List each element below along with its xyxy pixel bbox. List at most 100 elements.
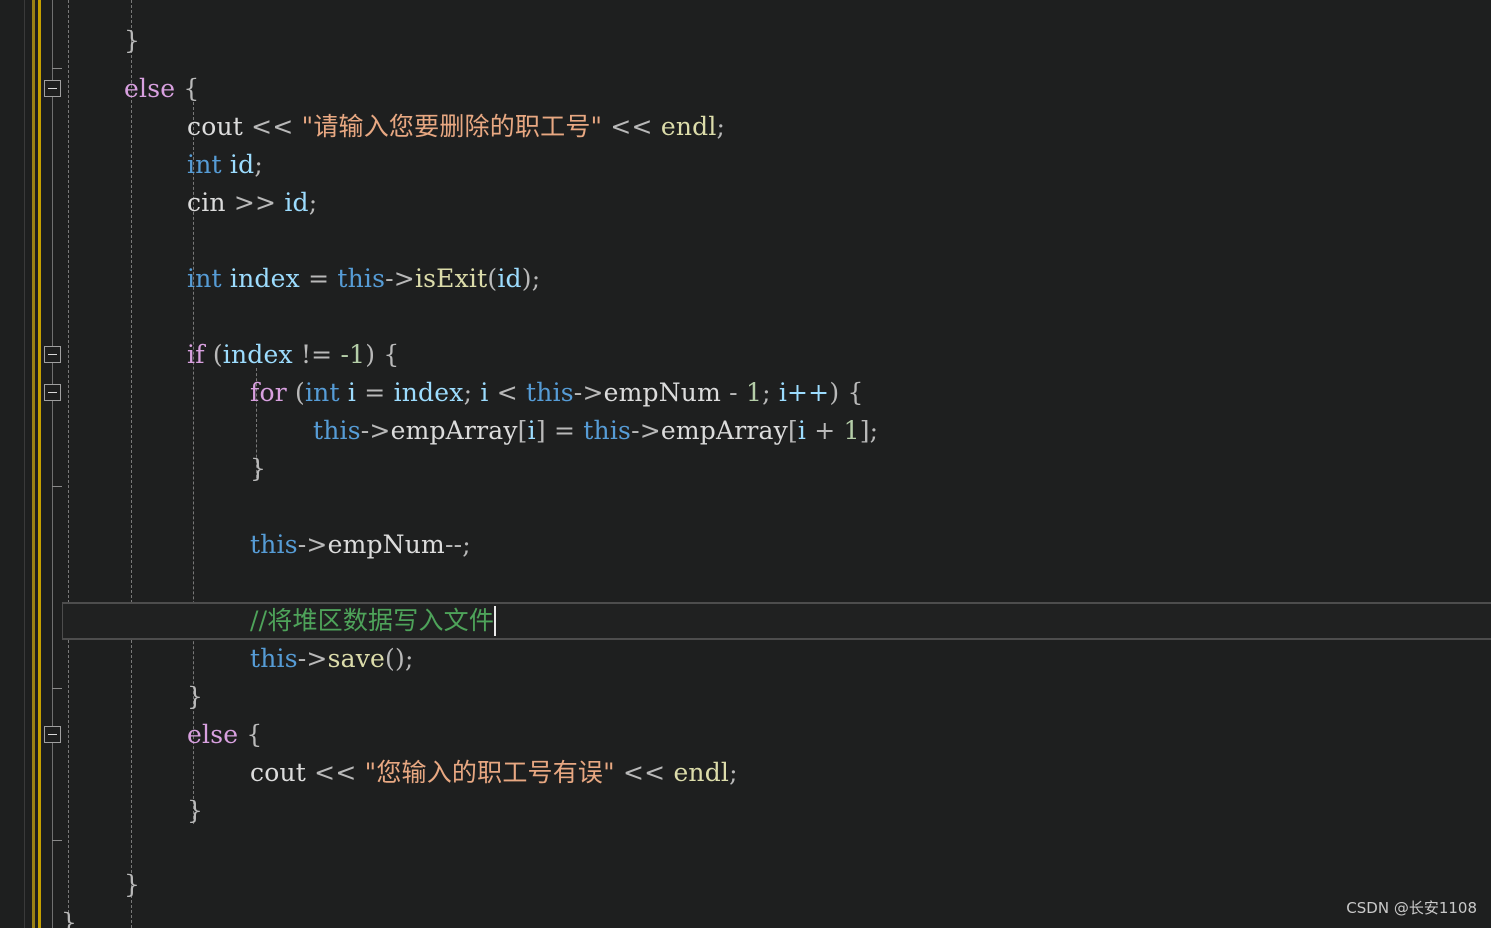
line-empnum-dec-token-3: -- [444, 530, 463, 559]
line-empnum-dec-token-0: this [250, 530, 298, 559]
line-int-id-token-0: int [187, 150, 222, 179]
line-else-outer-token-2: { [183, 74, 200, 103]
line-else-inner[interactable]: else { [0, 716, 262, 754]
line-cout-error-token-3 [356, 758, 364, 787]
line-for-loop-token-3: int [304, 378, 340, 407]
line-close-function[interactable]: } [0, 904, 77, 928]
line-close-else-outer-token-0: } [124, 870, 141, 899]
line-int-id-token-2: id [229, 150, 255, 179]
line-else-inner-token-2: { [246, 720, 263, 749]
line-shift-array-token-17: 1 [843, 416, 860, 445]
line-else-inner-token-0: else [187, 720, 239, 749]
line-close-if[interactable]: } [0, 678, 203, 716]
line-for-loop[interactable]: for (int i = index; i < this->empNum - 1… [0, 374, 864, 412]
line-shift-array-token-10: -> [631, 416, 661, 445]
line-for-loop-token-1 [287, 378, 295, 407]
line-shift-array-token-15: + [814, 416, 836, 445]
line-for-loop-token-2: ( [295, 378, 305, 407]
line-if-index-token-3: index [222, 340, 293, 369]
line-if-index[interactable]: if (index != -1) { [0, 336, 400, 374]
line-cout-prompt-token-1 [243, 112, 251, 141]
line-shift-array-token-16 [835, 416, 843, 445]
code-editor-screen: } else {cout << "请输入您要删除的职工号" << endl; int… [0, 0, 1491, 928]
line-for-loop-token-10: ; [463, 378, 473, 407]
line-shift-array-token-11: empArray [660, 416, 788, 445]
line-if-index-token-10: { [383, 340, 400, 369]
line-call-save-token-2: save [327, 644, 386, 673]
line-close-for-token-0: } [250, 454, 267, 483]
line-cin-id-token-2: >> [233, 188, 277, 217]
line-close-for[interactable]: } [0, 450, 266, 488]
line-comment-save-token-0: //将堆区数据写入文件 [250, 606, 495, 635]
line-cout-error-token-5 [615, 758, 623, 787]
line-shift-array-token-4: i [527, 416, 536, 445]
line-else-outer[interactable]: else { [0, 70, 199, 108]
line-blank-5[interactable] [0, 830, 187, 868]
line-cout-error-token-2: << [314, 758, 357, 787]
line-int-index-token-2: index [229, 264, 300, 293]
line-cout-prompt-token-9: ; [716, 112, 726, 141]
line-int-id-token-1 [222, 150, 230, 179]
line-call-save-token-5: ; [404, 644, 414, 673]
line-int-index-token-8: isExit [414, 264, 488, 293]
line-for-loop-token-0: for [250, 378, 287, 407]
line-int-index-token-7: -> [385, 264, 415, 293]
line-call-save-token-4: ) [395, 644, 405, 673]
line-shift-array-token-12: [ [787, 416, 798, 445]
code-text-area[interactable]: } else {cout << "请输入您要删除的职工号" << endl; int… [0, 0, 1491, 928]
line-cout-error-token-1 [306, 758, 314, 787]
line-cout-error[interactable]: cout << "您输入的职工号有误" << endl; [0, 754, 738, 792]
line-shift-array-token-6 [546, 416, 554, 445]
line-for-loop-token-23: ; [762, 378, 771, 407]
line-close-brace-1[interactable]: } [0, 22, 140, 60]
line-for-loop-token-5: i [347, 378, 357, 407]
line-shift-array-token-0: this [313, 416, 361, 445]
line-empnum-dec[interactable]: this->empNum--; [0, 526, 471, 564]
line-if-index-token-7: -1 [340, 340, 366, 369]
line-for-loop-token-19 [721, 378, 729, 407]
line-cout-prompt-token-2: << [251, 112, 294, 141]
line-if-index-token-6 [332, 340, 340, 369]
line-cout-error-token-9: ; [729, 758, 738, 787]
line-int-index[interactable]: int index = this->isExit(id); [0, 260, 540, 298]
line-comment-save[interactable]: //将堆区数据写入文件 [0, 602, 494, 640]
line-for-loop-token-28: { [847, 378, 864, 407]
line-cout-error-token-8: endl [673, 758, 730, 787]
line-cin-id-token-0: cin [187, 188, 226, 217]
line-int-index-token-12: ; [531, 264, 541, 293]
line-close-else-inner-token-0: } [187, 796, 204, 825]
line-blank-3[interactable] [0, 488, 250, 526]
line-cout-prompt-token-7 [653, 112, 661, 141]
line-for-loop-token-21 [738, 378, 746, 407]
line-blank-2[interactable] [0, 298, 187, 336]
line-close-if-token-0: } [187, 682, 204, 711]
line-for-loop-token-17: -> [573, 378, 604, 407]
line-if-index-token-8: ) [365, 340, 376, 369]
line-shift-array-token-2: empArray [390, 416, 518, 445]
line-close-else-outer[interactable]: } [0, 866, 140, 904]
line-int-index-token-4: = [308, 264, 330, 293]
line-call-save-token-1: -> [297, 644, 328, 673]
line-cin-id[interactable]: cin >> id; [0, 184, 317, 222]
line-cout-prompt[interactable]: cout << "请输入您要删除的职工号" << endl; [0, 108, 725, 146]
line-blank-1[interactable] [0, 222, 187, 260]
line-cin-id-token-5: ; [308, 188, 318, 217]
line-for-loop-token-13 [489, 378, 497, 407]
line-close-else-inner[interactable]: } [0, 792, 203, 830]
line-if-index-token-4 [293, 340, 301, 369]
line-for-loop-token-16: this [526, 378, 574, 407]
csdn-watermark: CSDN @长安1108 [1346, 899, 1477, 917]
line-cout-error-token-4: "您输入的职工号有误" [364, 758, 615, 787]
line-shift-array[interactable]: this->empArray[i] = this->empArray[i + 1… [0, 412, 878, 450]
line-shift-array-token-9: this [583, 416, 632, 445]
line-cout-error-token-6: << [622, 758, 666, 787]
line-if-index-token-0: if [187, 340, 205, 369]
line-blank-4[interactable] [0, 564, 250, 602]
line-int-id[interactable]: int id; [0, 146, 263, 184]
line-call-save[interactable]: this->save(); [0, 640, 414, 678]
line-for-loop-token-4 [340, 378, 348, 407]
line-shift-array-token-19: ; [869, 416, 879, 445]
line-for-loop-token-7: = [364, 378, 386, 407]
line-for-loop-token-9: index [393, 378, 464, 407]
line-for-loop-token-22: 1 [745, 378, 763, 407]
